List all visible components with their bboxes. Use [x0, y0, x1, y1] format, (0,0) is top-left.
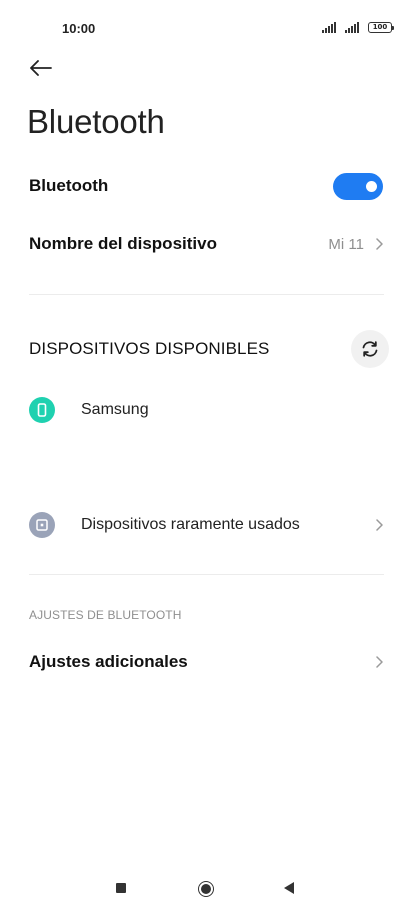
refresh-icon [362, 341, 378, 357]
battery-icon: 100 [368, 22, 394, 33]
device-item-samsung[interactable]: Samsung [0, 388, 412, 432]
rarely-used-devices-row[interactable]: Dispositivos raramente usados [0, 503, 412, 547]
available-devices-header: DISPOSITIVOS DISPONIBLES [0, 328, 412, 370]
bluetooth-toggle-label: Bluetooth [29, 176, 109, 195]
additional-settings-label: Ajustes adicionales [29, 652, 188, 671]
rarely-used-devices-label: Dispositivos raramente usados [81, 516, 300, 533]
device-name-row[interactable]: Nombre del dispositivo Mi 11 [0, 222, 412, 266]
bluetooth-toggle-row[interactable]: Bluetooth [0, 164, 412, 208]
status-bar: 10:00 100 [0, 0, 412, 56]
chevron-right-icon [376, 238, 383, 250]
bluetooth-settings-header: AJUSTES DE BLUETOOTH [0, 604, 412, 626]
chevron-right-icon [376, 656, 383, 668]
device-item-label: Samsung [81, 401, 149, 418]
device-box-icon [29, 512, 55, 538]
divider [29, 294, 384, 295]
bluetooth-toggle-switch[interactable] [333, 172, 383, 200]
refresh-button[interactable] [351, 330, 389, 368]
status-time: 10:00 [62, 21, 96, 36]
phone-icon [29, 397, 55, 423]
signal-icon [322, 22, 336, 33]
divider [29, 574, 384, 575]
device-name-value: Mi 11 [328, 235, 364, 253]
home-button[interactable] [198, 881, 214, 897]
recents-button[interactable] [116, 883, 126, 893]
navigation-bar [0, 867, 412, 915]
bluetooth-settings-heading: AJUSTES DE BLUETOOTH [29, 608, 182, 622]
chevron-right-icon [376, 519, 383, 531]
page-title: Bluetooth [27, 103, 165, 140]
toggle-knob [366, 180, 377, 192]
signal-icon-secondary [345, 22, 359, 33]
back-button[interactable] [28, 56, 54, 80]
arrow-left-icon [30, 60, 52, 76]
available-devices-heading: DISPOSITIVOS DISPONIBLES [29, 339, 270, 358]
battery-level: 100 [372, 23, 388, 31]
device-name-label: Nombre del dispositivo [29, 234, 217, 253]
status-icons: 100 [322, 22, 394, 33]
additional-settings-row[interactable]: Ajustes adicionales [0, 640, 412, 684]
nav-back-button[interactable] [284, 882, 294, 894]
